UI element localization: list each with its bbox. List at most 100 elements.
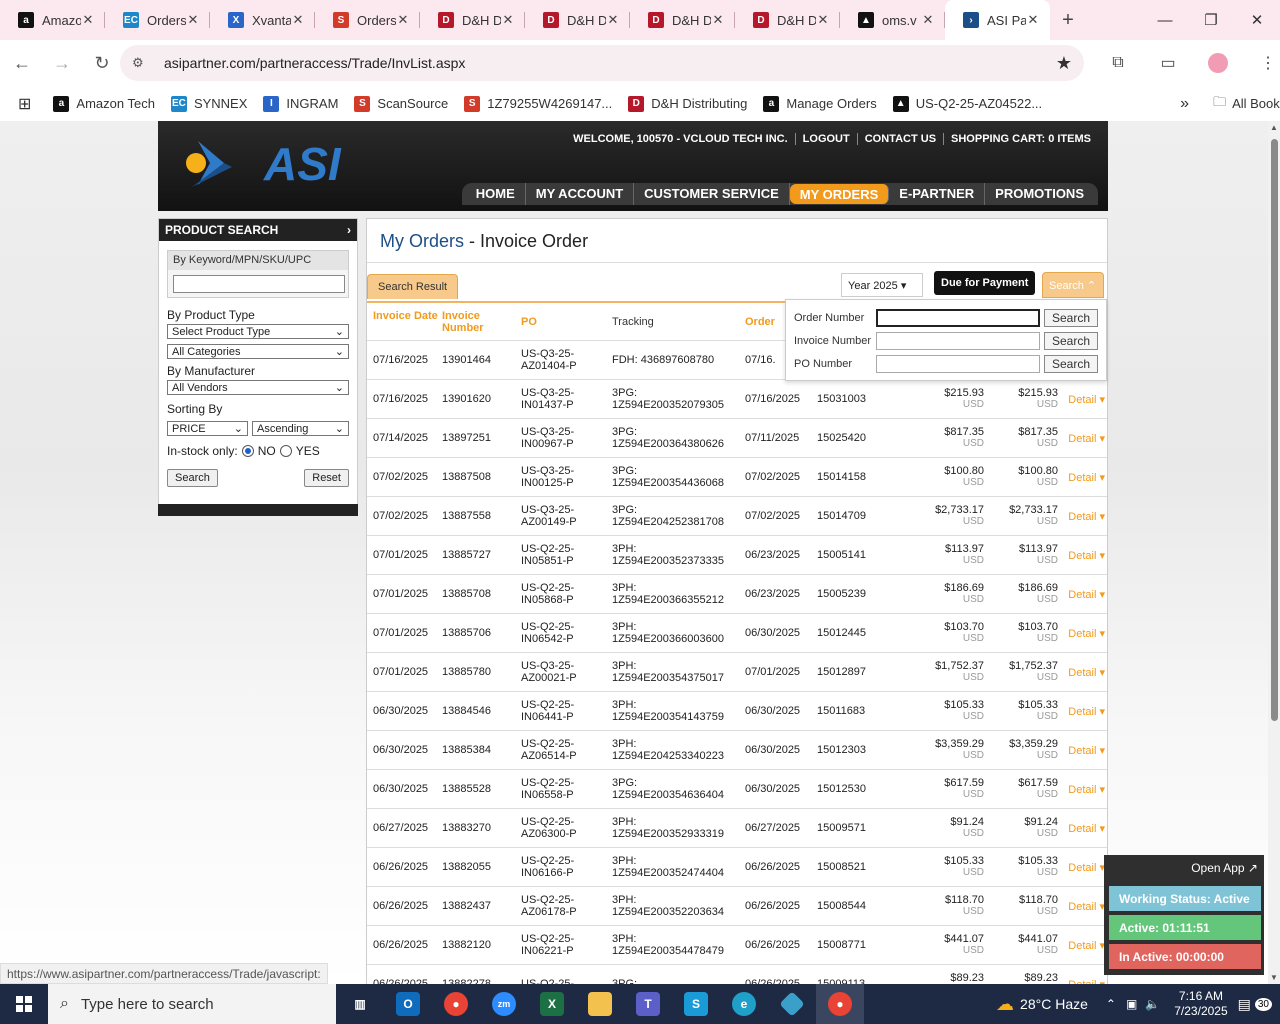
logout-link[interactable]: LOGOUT (794, 133, 857, 145)
chrome-active-icon[interactable]: ● (816, 984, 864, 1024)
extensions-icon[interactable]: ⧉ (1100, 45, 1136, 81)
app-s-icon[interactable]: S (672, 984, 720, 1024)
close-tab-icon[interactable]: ✕ (396, 12, 410, 28)
url-bar[interactable]: ⚙ asipartner.com/partneraccess/Trade/Inv… (120, 45, 1084, 81)
due-for-payment-button[interactable]: Due for Payment (934, 271, 1036, 295)
po-number-input[interactable] (876, 354, 1040, 373)
bookmark-item[interactable]: a Amazon Tech (53, 95, 155, 112)
excel-icon[interactable]: X (528, 984, 576, 1024)
nav-e-partner[interactable]: E-PARTNER (889, 183, 986, 205)
network-icon[interactable]: ▣ (1126, 997, 1137, 1011)
browser-tab[interactable]: D D&H D ✕ (630, 0, 735, 40)
close-tab-icon[interactable]: ✕ (501, 12, 515, 28)
scroll-up-icon[interactable]: ▲ (1268, 123, 1280, 132)
browser-tab[interactable]: D D&H D ✕ (525, 0, 630, 40)
nav-my-account[interactable]: MY ACCOUNT (526, 183, 635, 205)
detail-link[interactable]: Detail ▾ (1058, 744, 1105, 757)
close-tab-icon[interactable]: ✕ (81, 12, 95, 28)
contact-link[interactable]: CONTACT US (856, 133, 943, 145)
cast-icon[interactable]: ▭ (1150, 45, 1186, 81)
taskbar-clock[interactable]: 7:16 AM 7/23/2025 (1174, 989, 1227, 1019)
detail-link[interactable]: Detail ▾ (1058, 705, 1105, 718)
bookmark-item[interactable]: S ScanSource (354, 95, 448, 112)
sort-field-select[interactable]: PRICE ⌄ (167, 421, 248, 436)
cart-link[interactable]: SHOPPING CART: 0 ITEMS (943, 133, 1098, 145)
close-tab-icon[interactable]: ✕ (606, 12, 620, 28)
scroll-down-icon[interactable]: ▼ (1268, 973, 1280, 982)
detail-link[interactable]: Detail ▾ (1058, 939, 1105, 952)
nav-promotions[interactable]: PROMOTIONS (985, 183, 1094, 205)
bookmarks-overflow-icon[interactable]: » (1180, 95, 1189, 113)
nav-home[interactable]: HOME (466, 183, 526, 205)
product-search-header[interactable]: PRODUCT SEARCH › (159, 219, 357, 241)
instock-no-radio[interactable] (241, 445, 254, 457)
detail-link[interactable]: Detail ▾ (1058, 666, 1105, 679)
detail-link[interactable]: Detail ▾ (1058, 861, 1105, 874)
sort-order-select[interactable]: Ascending ⌄ (252, 421, 349, 436)
scroll-thumb[interactable] (1271, 139, 1278, 721)
col-po[interactable]: PO (521, 303, 612, 340)
all-bookmarks-button[interactable]: 🗀 All Bookmarks (1213, 93, 1280, 115)
detail-link[interactable]: Detail ▾ (1058, 393, 1105, 406)
browser-tab[interactable]: EC Orders ✕ (105, 0, 210, 40)
detail-link[interactable]: Detail ▾ (1058, 900, 1105, 913)
browser-tab[interactable]: D D&H D ✕ (420, 0, 525, 40)
search-result-tab[interactable]: Search Result (367, 274, 459, 299)
detail-link[interactable]: Detail ▾ (1058, 549, 1105, 562)
bookmark-star-icon[interactable]: ★ (1056, 53, 1072, 74)
bookmark-item[interactable]: ▲ US-Q2-25-AZ04522... (892, 95, 1042, 112)
detail-link[interactable]: Detail ▾ (1058, 822, 1105, 835)
manufacturer-select[interactable]: All Vendors ⌄ (167, 380, 349, 395)
bookmark-item[interactable]: EC SYNNEX (170, 95, 247, 112)
zoom-icon[interactable]: zm (480, 984, 528, 1024)
detail-link[interactable]: Detail ▾ (1058, 510, 1105, 523)
teams-icon[interactable]: T (624, 984, 672, 1024)
chrome-icon[interactable]: ● (432, 984, 480, 1024)
bookmark-item[interactable]: I INGRAM (263, 95, 338, 112)
apps-icon[interactable]: ⊞ (18, 94, 31, 114)
bookmark-item[interactable]: D D&H Distributing (628, 95, 747, 112)
invoice-search-button[interactable]: Search (1044, 331, 1098, 350)
close-tab-icon[interactable]: ✕ (711, 12, 725, 28)
col-invoice-date[interactable]: Invoice Date (367, 303, 442, 340)
reload-button[interactable]: ↻ (84, 45, 120, 81)
browser-tab[interactable]: a Amazon✕ (0, 0, 105, 40)
taskbar-search[interactable]: ⌕ Type here to search (48, 984, 336, 1024)
minimize-button[interactable]: — (1142, 0, 1188, 40)
browser-tab[interactable]: › ASI Pa ✕ (945, 0, 1050, 40)
back-button[interactable]: ← (4, 45, 40, 81)
file-explorer-icon[interactable] (576, 984, 624, 1024)
product-type-select[interactable]: Select Product Type ⌄ (167, 324, 349, 339)
windows-start-button[interactable] (0, 984, 48, 1024)
keyword-input[interactable] (173, 275, 345, 293)
detail-link[interactable]: Detail ▾ (1058, 783, 1105, 796)
close-tab-icon[interactable]: ✕ (921, 12, 935, 28)
detail-link[interactable]: Detail ▾ (1058, 471, 1105, 484)
search-toggle-tab[interactable]: Search ⌃ (1042, 272, 1104, 298)
edge-icon[interactable]: e (720, 984, 768, 1024)
notifications-icon[interactable]: ▤ (1238, 996, 1251, 1013)
app-diamond-icon[interactable] (768, 984, 816, 1024)
nav-my-orders[interactable]: MY ORDERS (789, 184, 890, 204)
menu-icon[interactable]: ⋮ (1250, 45, 1280, 81)
task-view-icon[interactable]: ▥ (336, 984, 384, 1024)
detail-link[interactable]: Detail ▾ (1058, 588, 1105, 601)
year-select[interactable]: Year 2025 ▾ (841, 273, 923, 297)
sidebar-reset-button[interactable]: Reset (304, 469, 349, 487)
maximize-button[interactable]: ❐ (1188, 0, 1234, 40)
order-search-button[interactable]: Search (1044, 308, 1098, 327)
browser-tab[interactable]: X Xvantage✕ (210, 0, 315, 40)
new-tab-button[interactable]: + (1050, 9, 1086, 32)
col-invoice-number[interactable]: Invoice Number (442, 303, 521, 340)
detail-link[interactable]: Detail ▾ (1058, 627, 1105, 640)
page-scrollbar[interactable]: ▲ ▼ (1268, 121, 1280, 984)
volume-icon[interactable]: 🔈 (1145, 997, 1160, 1011)
outlook-icon[interactable]: O (384, 984, 432, 1024)
forward-button[interactable]: → (44, 45, 80, 81)
order-number-input[interactable] (876, 308, 1040, 327)
detail-link[interactable]: Detail ▾ (1058, 432, 1105, 445)
nav-customer-service[interactable]: CUSTOMER SERVICE (634, 183, 790, 205)
tray-chevron-up-icon[interactable]: ⌃ (1106, 997, 1116, 1011)
close-tab-icon[interactable]: ✕ (1026, 12, 1040, 28)
browser-tab[interactable]: S Orders ✕ (315, 0, 420, 40)
